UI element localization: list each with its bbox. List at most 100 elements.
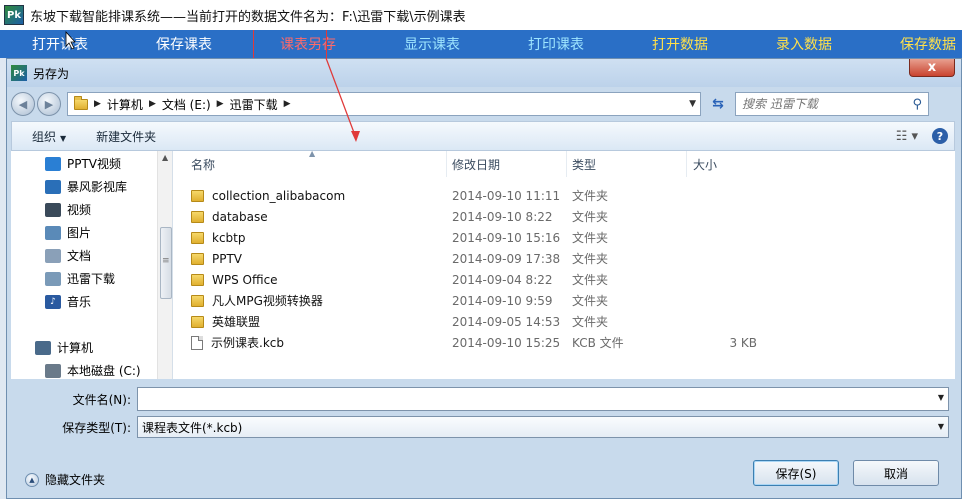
navigation-pane: PPTV视频 暴风影视库 视频 图片 文档 迅雷下载 ♪ 音乐 计算机 本地磁盘… [11,151,173,379]
close-button[interactable]: x [909,59,955,77]
filename-field[interactable]: ▼ [137,387,949,411]
menu-open-data[interactable]: 打开数据 [618,34,742,54]
scroll-up-icon[interactable]: ▲ [162,153,168,162]
search-icon: ⚲ [912,96,922,112]
computer-icon [35,340,51,355]
nav-item-videos[interactable]: 视频 [45,201,91,218]
chevron-right-icon[interactable]: ▶ [149,99,156,109]
forward-button[interactable]: ▶ [37,92,61,116]
breadcrumb-thunder-download[interactable]: 迅雷下载 [230,96,278,113]
filetype-select[interactable]: 课程表文件(*.kcb) ▼ [137,416,949,438]
file-type: 文件夹 [572,231,609,245]
nav-item-baofeng[interactable]: 暴风影视库 [45,178,127,195]
breadcrumb-computer[interactable]: 计算机 [107,96,143,113]
nav-item-label: 音乐 [67,295,92,309]
address-bar[interactable]: ▶ 计算机 ▶ 文档 (E:) ▶ 迅雷下载 ▶ ▼ [67,92,701,116]
column-header-name[interactable]: 名称 ▲ [173,149,447,177]
file-row[interactable]: 凡人MPG视频转换器 2014-09-10 9:59 文件夹 [173,290,955,311]
menu-save-data[interactable]: 保存数据 [866,34,962,54]
folder-icon [191,252,204,265]
breadcrumb-drive-e[interactable]: 文档 (E:) [162,96,211,113]
menu-show-schedule[interactable]: 显示课表 [370,34,494,54]
chevron-down-icon[interactable]: ▼ [689,99,696,109]
file-type: 文件夹 [572,294,609,308]
nav-item-computer[interactable]: 计算机 [35,339,93,356]
menu-enter-data[interactable]: 录入数据 [742,34,866,54]
nav-item-label: 图片 [67,226,92,240]
video-icon [45,202,61,217]
file-name: database [212,209,268,224]
folder-icon [191,273,204,286]
cancel-button[interactable]: 取消 [853,460,939,486]
file-row[interactable]: WPS Office 2014-09-04 8:22 文件夹 [173,269,955,290]
nav-item-disk-c[interactable]: 本地磁盘 (C:) [45,362,141,379]
back-button[interactable]: ◀ [11,92,35,116]
file-list: 名称 ▲ 修改日期 类型 大小 collection_alibabacom 20… [173,149,955,379]
search-box[interactable]: ⚲ [735,92,929,116]
file-row[interactable]: PPTV 2014-09-09 17:38 文件夹 [173,248,955,269]
file-row[interactable]: database 2014-09-10 8:22 文件夹 [173,206,955,227]
chevron-down-icon: ▼ [60,133,67,143]
hide-folders-toggle[interactable]: ▲ 隐藏文件夹 [25,471,105,488]
file-date: 2014-09-05 14:53 [452,314,561,329]
view-options-icon[interactable]: ☷ ▾ [896,129,918,144]
filename-row: 文件名(N): ▼ [11,387,949,411]
save-button[interactable]: 保存(S) [753,460,839,486]
nav-item-thunder-download[interactable]: 迅雷下载 [45,270,115,287]
file-row[interactable]: 英雄联盟 2014-09-05 14:53 文件夹 [173,311,955,332]
organize-label: 组织 [32,129,57,144]
scroll-thumb[interactable] [160,227,172,299]
file-row[interactable]: kcbtp 2014-09-10 15:16 文件夹 [173,227,955,248]
file-row[interactable]: 示例课表.kcb 2014-09-10 15:25 KCB 文件 3 KB [173,332,955,353]
sort-ascending-icon: ▲ [309,149,316,158]
file-row[interactable]: collection_alibabacom 2014-09-10 11:11 文… [173,185,955,206]
column-header-size[interactable]: 大小 [687,151,767,177]
menu-open-schedule[interactable]: 打开课表 [0,34,122,54]
nav-item-pptv[interactable]: PPTV视频 [45,155,121,172]
chevron-down-icon: ▼ [937,422,944,431]
refresh-button[interactable]: ⇆ [707,93,729,115]
filename-input[interactable] [138,388,948,410]
file-name: WPS Office [212,272,278,287]
file-name: 凡人MPG视频转换器 [212,294,323,308]
menu-print-schedule[interactable]: 打印课表 [494,34,618,54]
nav-scrollbar[interactable]: ▲ [157,151,172,379]
folder-icon [191,294,204,307]
folder-icon [191,231,204,244]
column-header-type[interactable]: 类型 [567,151,687,177]
app-menu-bar: 打开课表 保存课表 课表另存 显示课表 打印课表 打开数据 录入数据 保存数据 [0,30,962,58]
nav-item-label: PPTV视频 [67,157,122,171]
search-input[interactable] [742,97,902,111]
file-date: 2014-09-09 17:38 [452,251,561,266]
organize-button[interactable]: 组织 ▼ [32,128,66,145]
chevron-down-icon[interactable]: ▼ [938,393,944,402]
nav-item-music[interactable]: ♪ 音乐 [45,293,91,310]
column-type-label: 类型 [572,157,597,172]
menu-save-schedule[interactable]: 保存课表 [122,34,246,54]
new-folder-button[interactable]: 新建文件夹 [96,128,156,145]
filetype-label: 保存类型(T): [62,420,131,435]
folder-icon [191,315,204,328]
document-icon [45,248,61,263]
app-title: 东坡下载智能排课系统——当前打开的数据文件名为：F:\迅雷下载\示例课表 [30,9,466,25]
folder-icon [191,210,204,223]
dialog-app-icon: Pk [11,65,27,81]
nav-item-label: 计算机 [57,341,94,355]
file-size: 3 KB [729,335,757,350]
nav-item-documents[interactable]: 文档 [45,247,91,264]
file-icon [191,335,203,350]
forward-arrow-icon: ▶ [44,97,54,111]
file-type: 文件夹 [572,210,609,224]
file-type: 文件夹 [572,252,609,266]
file-date: 2014-09-10 9:59 [452,293,553,308]
file-name: kcbtp [212,230,246,245]
help-icon[interactable]: ? [932,128,948,144]
chevron-right-icon: ▶ [94,99,101,109]
nav-item-pictures[interactable]: 图片 [45,224,91,241]
chevron-right-icon[interactable]: ▶ [217,99,224,109]
video-library-icon [45,179,61,194]
chevron-right-icon[interactable]: ▶ [284,99,291,109]
column-header-date[interactable]: 修改日期 [447,151,567,177]
menu-save-schedule-as[interactable]: 课表另存 [246,30,370,58]
filetype-row: 保存类型(T): 课程表文件(*.kcb) ▼ [11,416,949,438]
